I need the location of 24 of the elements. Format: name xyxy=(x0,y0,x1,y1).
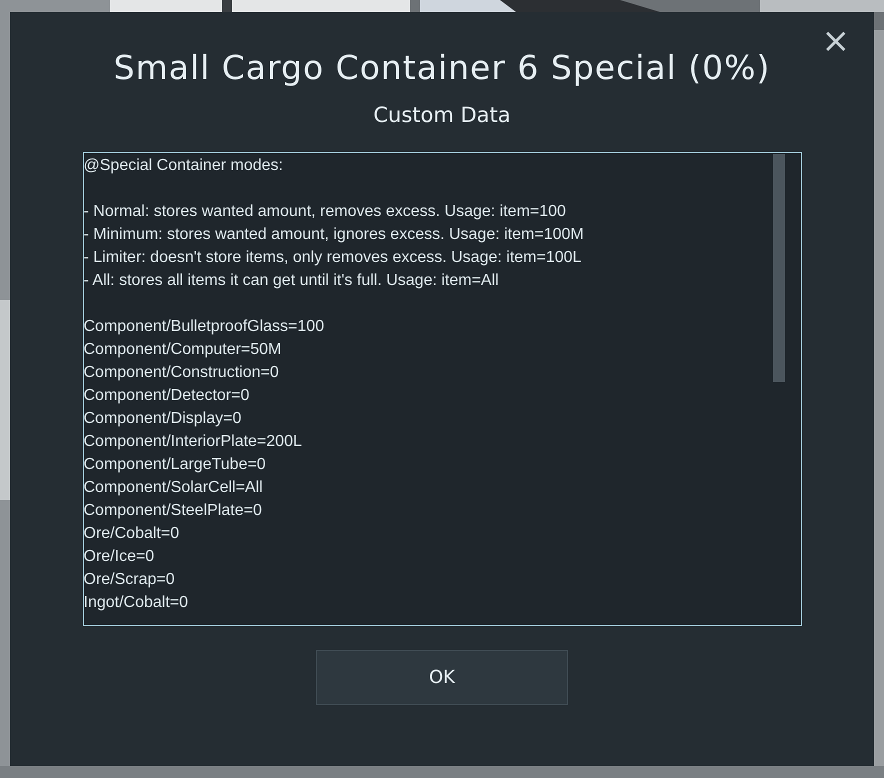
text-line: Component/SolarCell=All xyxy=(84,478,263,498)
scrollbar-thumb[interactable] xyxy=(772,154,784,382)
text-line: @Special Container modes: xyxy=(84,156,283,176)
text-line: Ore/Cobalt=0 xyxy=(84,524,180,544)
text-line: Component/Computer=50M xyxy=(84,340,282,360)
text-line: Ingot/Cobalt=0 xyxy=(84,593,188,613)
text-line: Ore/Scrap=0 xyxy=(84,570,175,590)
custom-data-field[interactable] xyxy=(82,152,802,626)
text-line: - Normal: stores wanted amount, removes excess. Usage: item=100 xyxy=(84,202,566,222)
text-line: Component/SteelPlate=0 xyxy=(84,501,262,521)
dialog-title: Small Cargo Container 6 Special (0%) xyxy=(114,48,770,88)
text-line: Component/LargeTube=0 xyxy=(84,455,266,475)
text-line: Component/BulletproofGlass=100 xyxy=(84,317,324,337)
text-line: Component/Display=0 xyxy=(84,409,242,429)
close-button[interactable]: × xyxy=(820,26,852,56)
text-line: - Limiter: doesn't store items, only removes excess. Usage: item=100L xyxy=(84,248,582,268)
text-line: Component/Construction=0 xyxy=(84,363,279,383)
text-line: - All: stores all items it can get until it's full. Usage: item=All xyxy=(84,271,499,291)
text-line: Component/InteriorPlate=200L xyxy=(84,432,302,452)
text-line: Component/Detector=0 xyxy=(84,386,250,406)
dialog-subtitle: Custom Data xyxy=(373,102,511,128)
text-line: - Minimum: stores wanted amount, ignores excess. Usage: item=100M xyxy=(84,225,584,245)
ok-button[interactable]: OK xyxy=(316,650,568,705)
text-line: Ore/Ice=0 xyxy=(84,547,154,567)
